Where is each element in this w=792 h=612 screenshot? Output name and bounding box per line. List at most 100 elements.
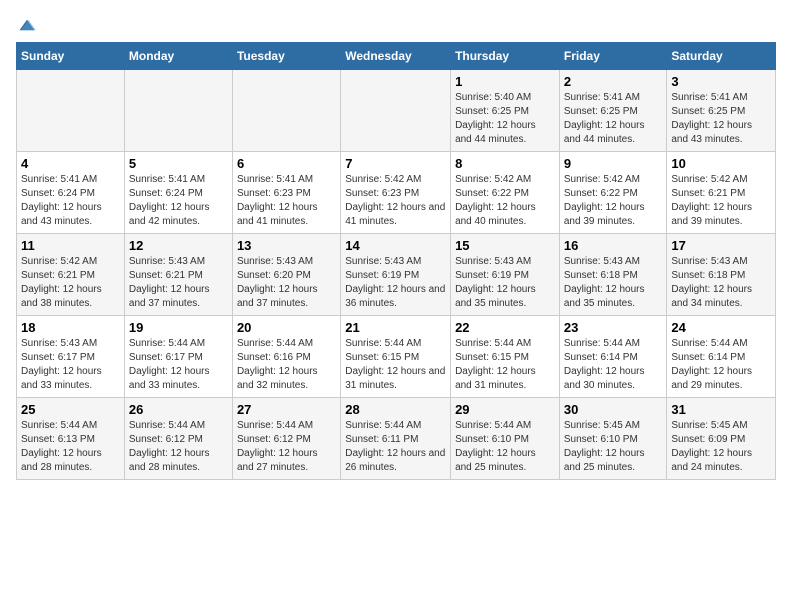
day-info: Sunrise: 5:43 AMSunset: 6:18 PMDaylight:… bbox=[564, 255, 663, 311]
day-number: 13 bbox=[237, 238, 336, 253]
day-info: Sunrise: 5:44 AMSunset: 6:17 PMDaylight:… bbox=[129, 337, 228, 393]
calendar-cell: 6 Sunrise: 5:41 AMSunset: 6:23 PMDaylight… bbox=[232, 152, 340, 234]
calendar-cell: 17 Sunrise: 5:43 AMSunset: 6:18 PMDayligh… bbox=[667, 234, 776, 316]
calendar-cell: 8 Sunrise: 5:42 AMSunset: 6:22 PMDaylight… bbox=[451, 152, 560, 234]
day-info: Sunrise: 5:41 AMSunset: 6:24 PMDaylight:… bbox=[21, 173, 120, 229]
day-info: Sunrise: 5:41 AMSunset: 6:23 PMDaylight:… bbox=[237, 173, 336, 229]
day-info: Sunrise: 5:40 AMSunset: 6:25 PMDaylight:… bbox=[455, 91, 555, 147]
day-info: Sunrise: 5:44 AMSunset: 6:16 PMDaylight:… bbox=[237, 337, 336, 393]
calendar-cell: 12 Sunrise: 5:43 AMSunset: 6:21 PMDayligh… bbox=[124, 234, 232, 316]
day-number: 20 bbox=[237, 320, 336, 335]
day-number: 14 bbox=[345, 238, 446, 253]
logo-icon bbox=[18, 16, 36, 34]
calendar-cell bbox=[232, 70, 340, 152]
calendar-cell: 2Sunrise: 5:41 AMSunset: 6:25 PMDaylight… bbox=[559, 70, 667, 152]
day-number: 16 bbox=[564, 238, 663, 253]
calendar-cell: 22 Sunrise: 5:44 AMSunset: 6:15 PMDayligh… bbox=[451, 316, 560, 398]
day-info: Sunrise: 5:44 AMSunset: 6:10 PMDaylight:… bbox=[455, 419, 555, 475]
day-number: 7 bbox=[345, 156, 446, 171]
calendar-cell: 18 Sunrise: 5:43 AMSunset: 6:17 PMDayligh… bbox=[17, 316, 125, 398]
day-info: Sunrise: 5:43 AMSunset: 6:17 PMDaylight:… bbox=[21, 337, 120, 393]
day-info: Sunrise: 5:42 AMSunset: 6:23 PMDaylight:… bbox=[345, 173, 446, 229]
day-number: 10 bbox=[671, 156, 771, 171]
day-number: 24 bbox=[671, 320, 771, 335]
calendar-cell: 27 Sunrise: 5:44 AMSunset: 6:12 PMDayligh… bbox=[232, 398, 340, 480]
day-info: Sunrise: 5:43 AMSunset: 6:20 PMDaylight:… bbox=[237, 255, 336, 311]
calendar-cell: 14 Sunrise: 5:43 AMSunset: 6:19 PMDayligh… bbox=[341, 234, 451, 316]
calendar-cell: 5 Sunrise: 5:41 AMSunset: 6:24 PMDaylight… bbox=[124, 152, 232, 234]
day-number: 25 bbox=[21, 402, 120, 417]
day-number: 5 bbox=[129, 156, 228, 171]
day-info: Sunrise: 5:44 AMSunset: 6:13 PMDaylight:… bbox=[21, 419, 120, 475]
day-number: 1 bbox=[455, 74, 555, 89]
weekday-header-monday: Monday bbox=[124, 43, 232, 70]
day-info: Sunrise: 5:44 AMSunset: 6:14 PMDaylight:… bbox=[671, 337, 771, 393]
day-number: 23 bbox=[564, 320, 663, 335]
calendar-cell bbox=[17, 70, 125, 152]
weekday-header-tuesday: Tuesday bbox=[232, 43, 340, 70]
calendar-cell: 29 Sunrise: 5:44 AMSunset: 6:10 PMDayligh… bbox=[451, 398, 560, 480]
day-number: 8 bbox=[455, 156, 555, 171]
calendar-cell: 7 Sunrise: 5:42 AMSunset: 6:23 PMDaylight… bbox=[341, 152, 451, 234]
calendar-cell: 21Sunrise: 5:44 AMSunset: 6:15 PMDayligh… bbox=[341, 316, 451, 398]
calendar-cell bbox=[124, 70, 232, 152]
day-number: 9 bbox=[564, 156, 663, 171]
calendar-cell: 15Sunrise: 5:43 AMSunset: 6:19 PMDayligh… bbox=[451, 234, 560, 316]
calendar-cell: 28 Sunrise: 5:44 AMSunset: 6:11 PMDayligh… bbox=[341, 398, 451, 480]
day-number: 17 bbox=[671, 238, 771, 253]
calendar-cell: 13 Sunrise: 5:43 AMSunset: 6:20 PMDayligh… bbox=[232, 234, 340, 316]
day-info: Sunrise: 5:45 AMSunset: 6:10 PMDaylight:… bbox=[564, 419, 663, 475]
calendar-cell: 20 Sunrise: 5:44 AMSunset: 6:16 PMDayligh… bbox=[232, 316, 340, 398]
calendar-cell: 1 Sunrise: 5:40 AMSunset: 6:25 PMDaylight… bbox=[451, 70, 560, 152]
day-number: 21 bbox=[345, 320, 446, 335]
day-number: 19 bbox=[129, 320, 228, 335]
day-info: Sunrise: 5:43 AMSunset: 6:18 PMDaylight:… bbox=[671, 255, 771, 311]
logo bbox=[16, 16, 36, 30]
day-number: 31 bbox=[671, 402, 771, 417]
day-number: 12 bbox=[129, 238, 228, 253]
day-number: 27 bbox=[237, 402, 336, 417]
day-number: 6 bbox=[237, 156, 336, 171]
calendar-cell: 26 Sunrise: 5:44 AMSunset: 6:12 PMDayligh… bbox=[124, 398, 232, 480]
day-info: Sunrise: 5:44 AMSunset: 6:11 PMDaylight:… bbox=[345, 419, 446, 475]
day-info: Sunrise: 5:44 AMSunset: 6:15 PMDaylight:… bbox=[455, 337, 555, 393]
day-number: 11 bbox=[21, 238, 120, 253]
day-number: 18 bbox=[21, 320, 120, 335]
day-number: 28 bbox=[345, 402, 446, 417]
day-info: Sunrise: 5:43 AMSunset: 6:19 PMDaylight:… bbox=[345, 255, 446, 311]
calendar-cell: 9 Sunrise: 5:42 AMSunset: 6:22 PMDaylight… bbox=[559, 152, 667, 234]
day-number: 29 bbox=[455, 402, 555, 417]
calendar-cell: 3 Sunrise: 5:41 AMSunset: 6:25 PMDaylight… bbox=[667, 70, 776, 152]
day-number: 3 bbox=[671, 74, 771, 89]
day-info: Sunrise: 5:44 AMSunset: 6:12 PMDaylight:… bbox=[129, 419, 228, 475]
day-info: Sunrise: 5:44 AMSunset: 6:12 PMDaylight:… bbox=[237, 419, 336, 475]
weekday-header-thursday: Thursday bbox=[451, 43, 560, 70]
weekday-header-wednesday: Wednesday bbox=[341, 43, 451, 70]
calendar-cell: 31 Sunrise: 5:45 AMSunset: 6:09 PMDayligh… bbox=[667, 398, 776, 480]
page-header bbox=[16, 16, 776, 30]
calendar-table: SundayMondayTuesdayWednesdayThursdayFrid… bbox=[16, 42, 776, 480]
calendar-cell: 11 Sunrise: 5:42 AMSunset: 6:21 PMDayligh… bbox=[17, 234, 125, 316]
day-info: Sunrise: 5:45 AMSunset: 6:09 PMDaylight:… bbox=[671, 419, 771, 475]
day-info: Sunrise: 5:43 AMSunset: 6:21 PMDaylight:… bbox=[129, 255, 228, 311]
calendar-cell: 19 Sunrise: 5:44 AMSunset: 6:17 PMDayligh… bbox=[124, 316, 232, 398]
day-info: Sunrise: 5:42 AMSunset: 6:21 PMDaylight:… bbox=[671, 173, 771, 229]
day-number: 2 bbox=[564, 74, 663, 89]
weekday-header-saturday: Saturday bbox=[667, 43, 776, 70]
day-info: Sunrise: 5:42 AMSunset: 6:22 PMDaylight:… bbox=[564, 173, 663, 229]
calendar-cell: 4 Sunrise: 5:41 AMSunset: 6:24 PMDaylight… bbox=[17, 152, 125, 234]
weekday-header-friday: Friday bbox=[559, 43, 667, 70]
calendar-cell: 23 Sunrise: 5:44 AMSunset: 6:14 PMDayligh… bbox=[559, 316, 667, 398]
day-number: 26 bbox=[129, 402, 228, 417]
day-info: Sunrise: 5:41 AMSunset: 6:25 PMDaylight:… bbox=[671, 91, 771, 147]
calendar-cell: 10 Sunrise: 5:42 AMSunset: 6:21 PMDayligh… bbox=[667, 152, 776, 234]
day-info: Sunrise: 5:42 AMSunset: 6:22 PMDaylight:… bbox=[455, 173, 555, 229]
day-info: Sunrise: 5:44 AMSunset: 6:14 PMDaylight:… bbox=[564, 337, 663, 393]
calendar-cell: 24 Sunrise: 5:44 AMSunset: 6:14 PMDayligh… bbox=[667, 316, 776, 398]
day-number: 22 bbox=[455, 320, 555, 335]
day-info: Sunrise: 5:41 AMSunset: 6:24 PMDaylight:… bbox=[129, 173, 228, 229]
day-info: Sunrise: 5:42 AMSunset: 6:21 PMDaylight:… bbox=[21, 255, 120, 311]
day-number: 4 bbox=[21, 156, 120, 171]
calendar-cell: 25 Sunrise: 5:44 AMSunset: 6:13 PMDayligh… bbox=[17, 398, 125, 480]
day-info: Sunrise: 5:43 AMSunset: 6:19 PMDaylight:… bbox=[455, 255, 555, 311]
